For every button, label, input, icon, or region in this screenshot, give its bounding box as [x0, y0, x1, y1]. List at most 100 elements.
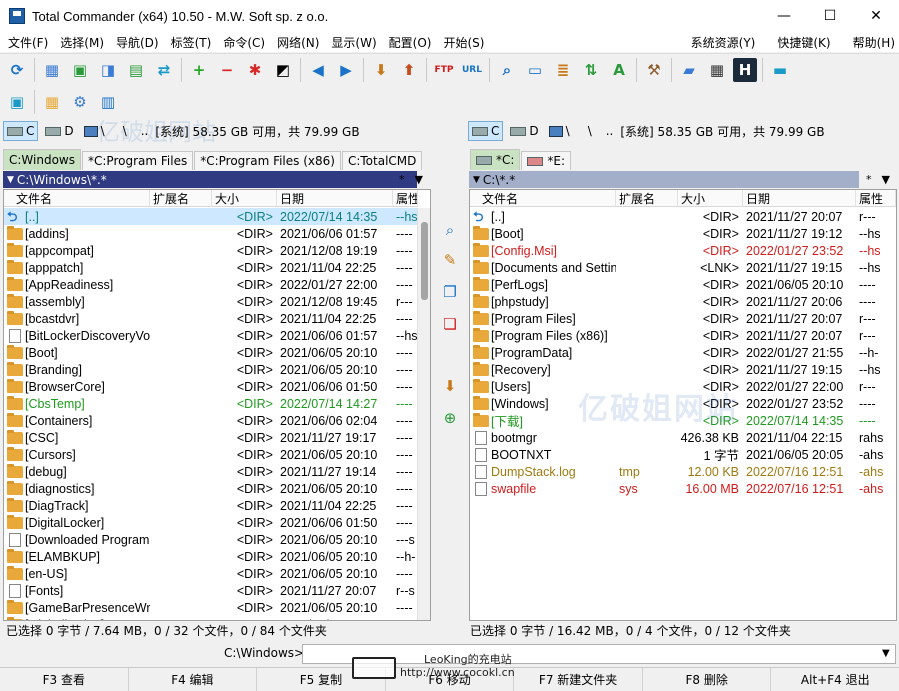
pack-icon[interactable]: ⬇ [439, 375, 461, 397]
sync-dirs-icon[interactable]: ⇄ [152, 58, 176, 82]
tab-left-3[interactable]: C:TotalCMD [341, 151, 423, 170]
file-row[interactable]: [GameBarPresenceWriter] <DIR> 2021/06/05 2… [4, 599, 418, 616]
menu-item[interactable]: 快捷键(K) [755, 34, 830, 51]
screen-icon[interactable]: ▬ [768, 58, 792, 82]
file-row[interactable]: [ELAMBKUP] <DIR> 2021/06/05 20:10 --h- [4, 548, 418, 565]
tab-right-0[interactable]: *C: [470, 149, 521, 170]
file-row[interactable]: [apppatch] <DIR> 2021/11/04 22:25 ---- [4, 259, 418, 276]
refresh-icon[interactable]: ⟳ [5, 58, 29, 82]
menu-item[interactable]: 选择(M) [52, 34, 108, 51]
right-up-button[interactable]: .. [603, 121, 617, 141]
file-row[interactable]: [DiagTrack] <DIR> 2021/11/04 22:25 ---- [4, 497, 418, 514]
menu-item[interactable]: 网络(N) [269, 34, 323, 51]
left-scroll-thumb[interactable] [421, 222, 428, 300]
left-file-panel[interactable]: 文件名 扩展名 大小 日期 属性 ⮌ [..] <DIR> 2022/07/14 14:35 -… [3, 189, 431, 621]
file-row[interactable]: [bcastdvr] <DIR> 2021/11/04 22:25 ---- [4, 310, 418, 327]
column-header-ext[interactable]: 扩展名 [150, 190, 212, 207]
folder-grid-icon[interactable]: ▦ [40, 90, 64, 114]
file-row[interactable]: [ProgramData] <DIR> 2022/01/27 21:55 --h- [470, 344, 896, 361]
thumbnail-view-icon[interactable]: ▣ [68, 58, 92, 82]
file-row[interactable]: ⮌ [..] <DIR> 2021/11/27 20:07 r--- [470, 208, 896, 225]
file-row[interactable]: [BrowserCore] <DIR> 2021/06/06 01:50 ---- [4, 378, 418, 395]
column-header-name[interactable]: 文件名 [4, 190, 150, 207]
monitor-icon[interactable]: ▣ [5, 90, 29, 114]
file-row[interactable]: [Boot] <DIR> 2021/06/05 20:10 ---- [4, 344, 418, 361]
tab-left-1[interactable]: *C:Program Files [82, 151, 194, 170]
sync-compare-icon[interactable]: ⇅ [579, 58, 603, 82]
file-row[interactable]: [Documents and Settings] <LNK> 2021/11/27 … [470, 259, 896, 276]
file-row[interactable]: [CbsTemp] <DIR> 2022/07/14 14:27 ---- [4, 395, 418, 412]
column-header-date[interactable]: 日期 [277, 190, 393, 207]
tree-view-icon[interactable]: ▤ [124, 58, 148, 82]
url-connect-icon[interactable]: URL [460, 58, 484, 82]
menu-item[interactable]: 显示(W) [323, 34, 380, 51]
file-row[interactable]: bootmgr 426.38 KB 2021/11/04 22:15 rahs [470, 429, 896, 446]
edit-icon[interactable]: ✎ [439, 249, 461, 271]
maximize-button[interactable]: ☐ [807, 0, 853, 32]
file-row[interactable]: DumpStack.log tmp 12.00 KB 2022/07/16 12:51… [470, 463, 896, 480]
file-row[interactable]: [Containers] <DIR> 2021/06/06 02:04 ---- [4, 412, 418, 429]
left-drive-c-button[interactable]: C [3, 121, 39, 141]
fkey-button-7[interactable]: Alt+F4 退出 [771, 668, 899, 691]
file-row[interactable]: [assembly] <DIR> 2021/12/08 19:45 r--- [4, 293, 418, 310]
tools-icon[interactable]: ⚒ [642, 58, 666, 82]
file-row[interactable]: [Config.Msi] <DIR> 2022/01/27 23:52 --hs [470, 242, 896, 259]
move-icon[interactable]: ❏ [439, 313, 461, 335]
file-row[interactable]: [en-US] <DIR> 2021/06/05 20:10 ---- [4, 565, 418, 582]
right-drive-c-button[interactable]: C [468, 121, 504, 141]
search-icon[interactable]: ⌕ [495, 58, 519, 82]
file-row[interactable]: [PerfLogs] <DIR> 2021/06/05 20:10 ---- [470, 276, 896, 293]
left-up-button[interactable]: .. [138, 121, 152, 141]
file-row[interactable]: [appcompat] <DIR> 2021/12/08 19:19 ---- [4, 242, 418, 259]
file-row[interactable]: [Branding] <DIR> 2021/06/05 20:10 ---- [4, 361, 418, 378]
menu-item[interactable]: 系统资源(Y) [669, 34, 756, 51]
invert-selection-icon[interactable]: ◩ [271, 58, 295, 82]
column-header-date[interactable]: 日期 [743, 190, 856, 207]
file-row[interactable]: [Boot] <DIR> 2021/11/27 19:12 --hs [470, 225, 896, 242]
left-network-button[interactable]: \ [81, 121, 108, 141]
file-row[interactable]: [Cursors] <DIR> 2021/06/05 20:10 ---- [4, 446, 418, 463]
panel-layout-icon[interactable]: ▥ [96, 90, 120, 114]
calculator-icon[interactable]: ▦ [705, 58, 729, 82]
right-network-button[interactable]: \ [546, 121, 573, 141]
copy-icon[interactable]: ❐ [439, 281, 461, 303]
back-icon[interactable]: ◀ [306, 58, 330, 82]
select-remove-icon[interactable]: − [215, 58, 239, 82]
menu-item[interactable]: 配置(O) [381, 34, 436, 51]
compare-contents-icon[interactable]: ≣ [551, 58, 575, 82]
file-row[interactable]: ⮌ [..] <DIR> 2022/07/14 14:35 --hs [4, 208, 418, 225]
unpack-icon[interactable]: ⬆ [397, 58, 421, 82]
left-filter-star[interactable]: * [399, 173, 405, 186]
file-row[interactable]: [Fonts] <DIR> 2021/11/27 20:07 r--s [4, 582, 418, 599]
right-root-button[interactable]: \ [585, 121, 595, 141]
fkey-button-6[interactable]: F8 删除 [643, 668, 772, 691]
file-row[interactable]: [phpstudy] <DIR> 2021/11/27 20:06 ---- [470, 293, 896, 310]
column-header-ext[interactable]: 扩展名 [616, 190, 678, 207]
ftp-connect-icon[interactable]: FTP [432, 58, 456, 82]
select-add-icon[interactable]: + [187, 58, 211, 82]
left-drive-d-button[interactable]: D [42, 121, 76, 141]
file-row[interactable]: [Downloaded Program Files] <DIR> 2021/06/0… [4, 531, 418, 548]
file-row[interactable]: [DigitalLocker] <DIR> 2021/06/06 01:50 ---- [4, 514, 418, 531]
column-header-size[interactable]: 大小 [678, 190, 743, 207]
file-row[interactable]: [Program Files] <DIR> 2021/11/27 20:07 r--- [470, 310, 896, 327]
right-drive-d-button[interactable]: D [507, 121, 541, 141]
column-header-attr[interactable]: 属性 [393, 190, 418, 207]
brief-view-icon[interactable]: ▦ [40, 58, 64, 82]
multi-rename-icon[interactable]: ▭ [523, 58, 547, 82]
column-header-size[interactable]: 大小 [212, 190, 277, 207]
left-scrollbar[interactable] [417, 208, 430, 620]
menu-item[interactable]: 标签(T) [163, 34, 216, 51]
file-row[interactable]: [BitLockerDiscoveryVolumeCon..] <DIR> 2021… [4, 327, 418, 344]
forward-icon[interactable]: ▶ [334, 58, 358, 82]
notepad-icon[interactable]: ▰ [677, 58, 701, 82]
file-row[interactable]: BOOTNXT 1 字节 2021/06/05 20:05 -ahs [470, 446, 896, 463]
folder-settings-icon[interactable]: ⚙ [68, 90, 92, 114]
file-row[interactable]: [Recovery] <DIR> 2021/11/27 19:15 --hs [470, 361, 896, 378]
right-path-bar[interactable]: ▼ C:\*.* [469, 171, 859, 188]
file-row[interactable]: [debug] <DIR> 2021/11/27 19:14 ---- [4, 463, 418, 480]
file-row[interactable]: swapfile sys 16.00 MB 2022/07/16 12:51 -ahs [470, 480, 896, 497]
tab-left-2[interactable]: *C:Program Files (x86) [194, 151, 341, 170]
column-header-attr[interactable]: 属性 [856, 190, 896, 207]
tab-right-1[interactable]: *E: [521, 151, 572, 170]
